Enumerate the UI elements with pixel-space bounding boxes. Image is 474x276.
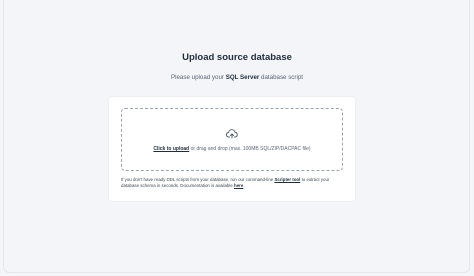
scripter-tool-link[interactable]: Scripter tool [274, 177, 300, 182]
file-dropzone[interactable]: Click to upload or drag and drop (max. 1… [121, 108, 343, 171]
subtitle-suffix: database script [261, 74, 303, 81]
documentation-here-link[interactable]: here [234, 183, 243, 188]
click-to-upload-link[interactable]: Click to upload [153, 146, 189, 152]
cloud-upload-icon [226, 129, 238, 139]
page-subtitle: Please upload your SQL Server database s… [0, 74, 474, 81]
scripter-footnote: If you don't have ready DDL scripts from… [121, 177, 347, 189]
database-type-label: SQL Server [225, 74, 260, 81]
dropzone-text: Click to upload or drag and drop (max. 1… [122, 146, 342, 152]
upload-card: Click to upload or drag and drop (max. 1… [109, 97, 355, 201]
footnote-text-end: . [243, 183, 245, 188]
page-title: Upload source database [182, 52, 292, 63]
dropzone-hint: or drag and drop (max. 100MB SQL/ZIP/DAC… [190, 146, 311, 152]
footnote-text-1: If you don't have ready DDL scripts from… [121, 177, 274, 182]
subtitle-prefix: Please upload your [170, 74, 224, 81]
